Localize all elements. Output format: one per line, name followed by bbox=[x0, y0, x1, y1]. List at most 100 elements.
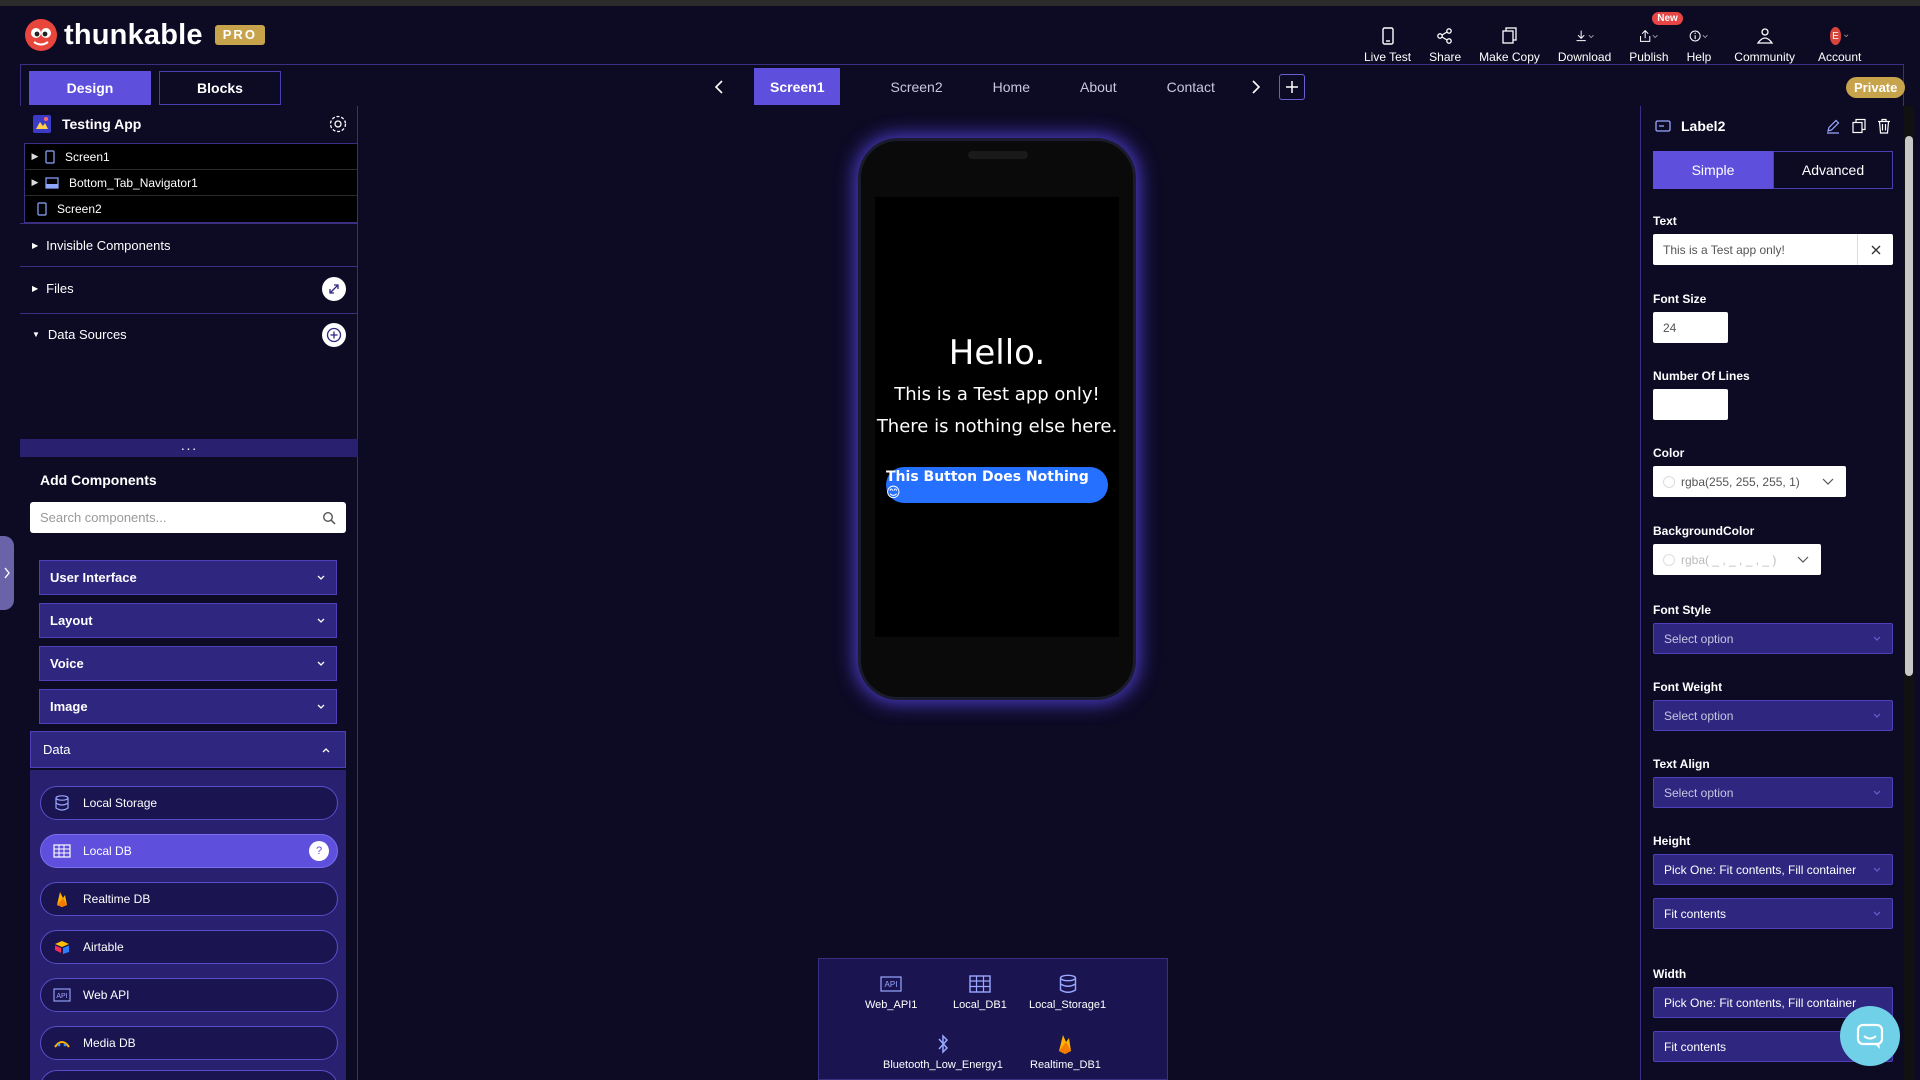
media-db-icon bbox=[53, 1034, 71, 1052]
chevron-left-icon bbox=[714, 79, 723, 94]
community-button[interactable]: Community bbox=[1720, 20, 1809, 64]
invisible-web-api1[interactable]: API Web_API1 bbox=[865, 973, 917, 1011]
category-voice[interactable]: Voice bbox=[39, 646, 337, 681]
tab-about[interactable]: About bbox=[1064, 68, 1133, 105]
test-app-label[interactable]: This is a Test app only! bbox=[875, 384, 1119, 405]
section-data-sources[interactable]: ▼ Data Sources bbox=[20, 313, 358, 355]
brand-logo[interactable]: thunkable PRO bbox=[24, 14, 265, 56]
bg-swatch bbox=[1663, 553, 1675, 566]
top-bar: thunkable PRO Live Test Share Make Copy … bbox=[0, 6, 1920, 64]
tab-home[interactable]: Home bbox=[977, 68, 1046, 105]
color-swatch bbox=[1663, 475, 1675, 488]
collapse-panel-handle[interactable] bbox=[0, 536, 14, 610]
share-button[interactable]: Share bbox=[1420, 20, 1470, 64]
properties-scrollbar[interactable] bbox=[1904, 106, 1914, 1080]
category-image[interactable]: Image bbox=[39, 689, 337, 724]
chat-support-button[interactable] bbox=[1840, 1006, 1900, 1066]
tab-contact[interactable]: Contact bbox=[1151, 68, 1231, 105]
tab-navigator-icon bbox=[45, 176, 59, 189]
font-weight-select[interactable]: Select option bbox=[1653, 700, 1893, 731]
text-align-select[interactable]: Select option bbox=[1653, 777, 1893, 808]
help-button[interactable]: Help bbox=[1678, 20, 1721, 64]
component-media-db[interactable]: Media DB bbox=[40, 1026, 338, 1060]
duplicate-icon[interactable] bbox=[1851, 118, 1867, 134]
component-partial-item[interactable] bbox=[40, 1070, 338, 1080]
section-files[interactable]: ▶ Files bbox=[20, 266, 358, 310]
category-label: User Interface bbox=[50, 570, 137, 585]
font-style-label: Font Style bbox=[1653, 603, 1712, 617]
prev-screen-button[interactable] bbox=[706, 74, 732, 100]
search-input[interactable]: Search components... bbox=[30, 502, 346, 533]
color-value-wrap: rgba(255, 255, 255, 1) bbox=[1663, 475, 1800, 489]
font-size-input[interactable]: 24 bbox=[1653, 312, 1728, 343]
nothing-else-label[interactable]: There is nothing else here. bbox=[875, 416, 1119, 437]
component-web-api[interactable]: API Web API bbox=[40, 978, 338, 1012]
tree-item-screen1[interactable]: ▶ Screen1 bbox=[25, 144, 357, 170]
download-button[interactable]: Download bbox=[1549, 20, 1620, 64]
background-color-picker[interactable]: rgba( _ , _ , _ , _ ) bbox=[1653, 544, 1821, 575]
invisible-local-db1[interactable]: Local_DB1 bbox=[953, 973, 1007, 1011]
tab-simple[interactable]: Simple bbox=[1653, 151, 1773, 189]
tree-item-screen2[interactable]: Screen2 bbox=[25, 196, 357, 222]
add-screen-button[interactable] bbox=[1278, 73, 1305, 100]
component-local-db[interactable]: Local DB ? bbox=[40, 834, 338, 868]
tab-blocks[interactable]: Blocks bbox=[159, 71, 281, 105]
chevron-up-icon bbox=[321, 746, 331, 754]
height-value-select[interactable]: Fit contents bbox=[1653, 898, 1893, 929]
category-label: Voice bbox=[50, 656, 84, 671]
invisible-bluetooth-low-energy1[interactable]: Bluetooth_Low_Energy1 bbox=[883, 1033, 1003, 1071]
gear-icon[interactable] bbox=[328, 114, 348, 134]
live-test-label: Live Test bbox=[1364, 50, 1412, 64]
phone-screen: Hello. This is a Test app only! There is… bbox=[875, 197, 1119, 637]
app-header: Testing App bbox=[20, 106, 358, 142]
category-layout[interactable]: Layout bbox=[39, 603, 337, 638]
next-screen-button[interactable] bbox=[1243, 74, 1269, 100]
category-data[interactable]: Data bbox=[30, 731, 346, 768]
category-user-interface[interactable]: User Interface bbox=[39, 560, 337, 595]
caret-right-icon[interactable]: ▶ bbox=[25, 177, 45, 188]
tab-screen1[interactable]: Screen1 bbox=[754, 68, 841, 105]
tab-advanced[interactable]: Advanced bbox=[1773, 151, 1893, 189]
category-label: Layout bbox=[50, 613, 93, 628]
panel-resize-handle[interactable]: ··· bbox=[20, 439, 358, 457]
tab-screen2[interactable]: Screen2 bbox=[874, 68, 958, 105]
database-icon bbox=[53, 794, 71, 812]
section-invisible-components[interactable]: ▶ Invisible Components bbox=[20, 223, 358, 267]
invisible-local-storage1[interactable]: Local_Storage1 bbox=[1029, 973, 1106, 1011]
table-icon bbox=[969, 973, 991, 995]
component-local-storage[interactable]: Local Storage bbox=[40, 786, 338, 820]
caret-right-icon[interactable]: ▶ bbox=[25, 151, 45, 162]
component-airtable[interactable]: Airtable bbox=[40, 930, 338, 964]
number-of-lines-input[interactable] bbox=[1653, 389, 1728, 420]
make-copy-button[interactable]: Make Copy bbox=[1470, 20, 1549, 64]
publish-button[interactable]: New Publish bbox=[1620, 12, 1683, 64]
tree-item-bottom-tab-navigator1[interactable]: ▶ Bottom_Tab_Navigator1 bbox=[25, 170, 357, 196]
scrollbar-thumb[interactable] bbox=[1905, 136, 1913, 676]
hello-label[interactable]: Hello. bbox=[875, 333, 1119, 373]
table-icon bbox=[53, 842, 71, 860]
account-button[interactable]: E Account bbox=[1809, 20, 1870, 64]
component-realtime-db[interactable]: Realtime DB bbox=[40, 882, 338, 916]
private-badge[interactable]: Private bbox=[1846, 77, 1906, 98]
component-label: Local DB bbox=[83, 844, 132, 858]
text-align-label: Text Align bbox=[1653, 757, 1710, 771]
help-icon[interactable]: ? bbox=[309, 841, 329, 861]
text-property-input[interactable]: This is a Test app only! bbox=[1653, 234, 1893, 265]
do-nothing-button[interactable]: This Button Does Nothing 😊 bbox=[886, 467, 1108, 503]
tab-design[interactable]: Design bbox=[29, 71, 151, 105]
delete-icon[interactable] bbox=[1877, 118, 1891, 134]
font-style-select[interactable]: Select option bbox=[1653, 623, 1893, 654]
color-picker[interactable]: rgba(255, 255, 255, 1) bbox=[1653, 466, 1846, 497]
app-icon bbox=[33, 115, 51, 133]
invisible-realtime-db1[interactable]: Realtime_DB1 bbox=[1030, 1033, 1101, 1071]
width-value: Fit contents bbox=[1664, 1039, 1727, 1054]
edit-icon[interactable] bbox=[1825, 118, 1841, 134]
add-data-source-icon[interactable] bbox=[322, 322, 346, 347]
component-label: Realtime DB bbox=[83, 892, 151, 906]
live-test-button[interactable]: Live Test bbox=[1355, 20, 1420, 64]
height-mode-select[interactable]: Pick One: Fit contents, Fill container bbox=[1653, 854, 1893, 885]
thunkable-logo-icon bbox=[25, 19, 57, 51]
clear-text-button[interactable] bbox=[1857, 234, 1893, 265]
expand-icon[interactable] bbox=[322, 276, 346, 301]
bg-value-wrap: rgba( _ , _ , _ , _ ) bbox=[1663, 553, 1776, 567]
